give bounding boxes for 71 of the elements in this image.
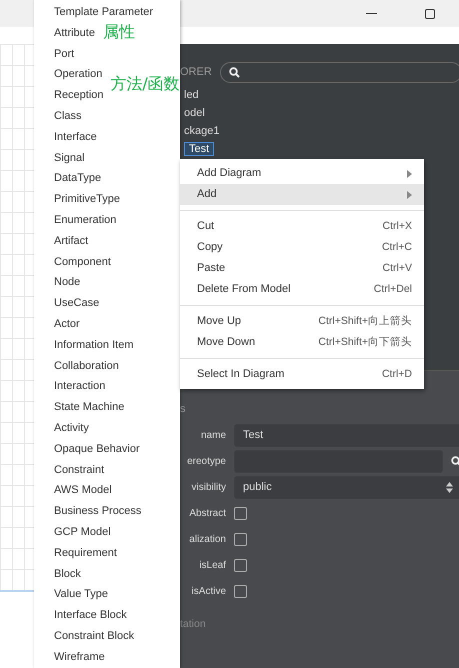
submenu-arrow-icon [407,190,412,198]
menu-item[interactable]: Interface [54,126,97,148]
menu-item[interactable]: Value Type [54,584,108,606]
menu-item[interactable]: Artifact [54,230,88,252]
menu-item[interactable]: Constraint Block [54,626,134,647]
menu-item[interactable]: Collaboration [54,356,119,376]
search-icon [228,66,240,78]
section-title: tation [180,617,207,632]
menu-item[interactable]: Attribute [54,22,95,44]
explorer-title: ORER [180,64,212,80]
menu-item[interactable]: Block [54,564,81,584]
menu-item[interactable]: Node [54,272,80,294]
menu-item[interactable]: DataType [54,168,102,190]
menu-item[interactable]: Reception [54,85,104,106]
menu-item[interactable]: UseCase [54,293,100,314]
menu-item[interactable]: GCP Model [54,522,111,543]
menu-item[interactable]: Paste Ctrl+V [180,258,424,279]
property-label: isLeaf [198,558,226,572]
updown-icon [446,482,453,492]
menu-item[interactable]: Add [180,184,424,205]
menu-item[interactable]: Signal [54,148,85,168]
menu-item[interactable]: Interface Block [54,605,127,626]
property-label: name [200,428,226,442]
property-label: Abstract [188,506,226,520]
minimize-icon[interactable] [366,12,377,14]
checkbox[interactable] [234,506,247,520]
menu-item[interactable]: Wireframe [54,646,105,668]
menu-item[interactable]: Interaction [54,376,106,398]
menu-item[interactable]: Business Process [54,501,142,522]
menu-item[interactable]: Select In Diagram Ctrl+D [180,364,424,385]
menu-item[interactable]: Enumeration [54,210,116,231]
section-title: s [180,402,186,417]
menu-item[interactable]: Move Up Ctrl+Shift+向上箭头 [180,311,424,332]
select-field[interactable]: public [234,476,459,498]
search-field[interactable] [220,62,459,82]
menu-item[interactable]: Opaque Behavior [54,438,140,460]
tree-item[interactable]: led [184,89,199,101]
property-label: isActive [190,584,226,598]
menu-item[interactable]: Class [54,106,82,127]
search-icon[interactable] [450,456,459,466]
menu-item[interactable]: Activity [54,418,89,439]
menu-item[interactable]: Constraint [54,460,104,480]
annotation-text: 属性 [102,24,135,40]
tree-item[interactable]: Test [184,142,214,156]
menu-item[interactable]: State Machine [54,397,124,418]
menu-item[interactable]: Cut Ctrl+X [180,216,424,237]
submenu-arrow-icon [407,170,412,178]
menu-item[interactable]: Operation [54,64,102,86]
menu-item[interactable]: Delete From Model Ctrl+Del [180,279,424,300]
menu-item[interactable]: Information Item [54,334,134,356]
tree-item[interactable]: odel [184,107,205,119]
menu-item[interactable]: Requirement [54,542,117,564]
maximize-icon[interactable] [425,8,435,18]
checkbox[interactable] [234,558,247,572]
menu-item[interactable]: Component [54,252,111,272]
menu-item[interactable]: Actor [54,314,80,335]
menu-item[interactable]: Add Diagram [180,163,424,184]
checkbox[interactable] [234,532,247,546]
menu-item[interactable]: PrimitiveType [54,189,120,210]
menu-item[interactable]: Move Down Ctrl+Shift+向下箭头 [180,332,424,353]
annotation-text: 方法/函数 [110,76,180,92]
menu-item[interactable]: AWS Model [54,480,112,502]
text-field[interactable]: Test [234,424,459,446]
tree-item[interactable]: ckage1 [184,125,220,137]
property-label: visibility [190,480,226,494]
menu-item[interactable]: Template Parameter [54,2,154,23]
property-label: alization [188,532,226,546]
menu-item[interactable]: Copy Ctrl+C [180,237,424,258]
checkbox[interactable] [234,584,247,598]
menu-item[interactable]: Port [54,44,74,64]
property-label: ereotype [186,454,226,468]
